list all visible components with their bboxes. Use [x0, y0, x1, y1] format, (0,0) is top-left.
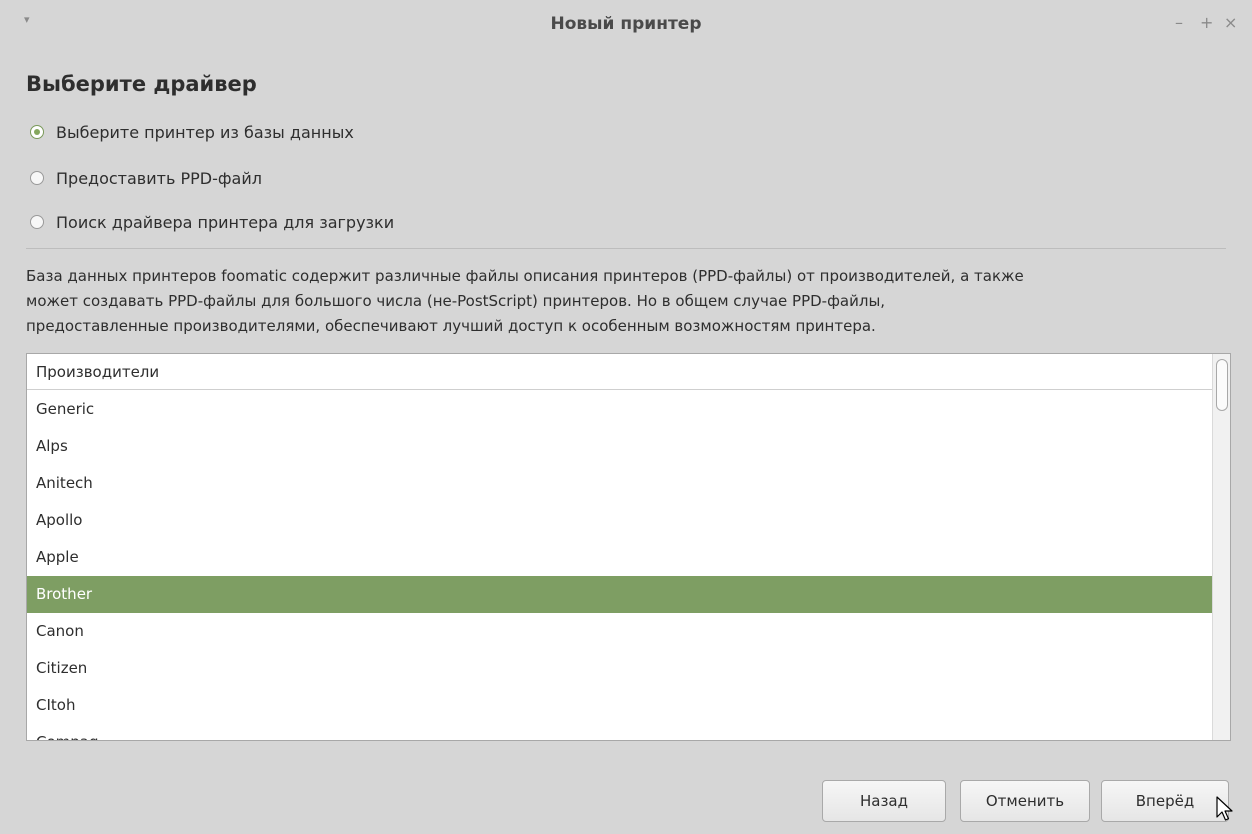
list-item[interactable]: Anitech [27, 465, 1213, 502]
description-line-2: может создавать PPD-файлы для большого ч… [26, 292, 886, 310]
list-item[interactable]: Canon [27, 613, 1213, 650]
option-database[interactable]: Выберите принтер из базы данных [30, 120, 354, 144]
radio-database[interactable] [30, 125, 44, 139]
back-button[interactable]: Назад [822, 780, 946, 822]
option-search-driver-label: Поиск драйвера принтера для загрузки [56, 212, 395, 232]
option-search-driver[interactable]: Поиск драйвера принтера для загрузки [30, 210, 394, 234]
titlebar: ▾ Новый принтер – + × [0, 0, 1252, 48]
description-line-1: База данных принтеров foomatic содержит … [26, 267, 1024, 285]
option-ppd-file[interactable]: Предоставить PPD-файл [30, 166, 262, 190]
list-item[interactable]: CItoh [27, 687, 1213, 724]
radio-search-driver[interactable] [30, 215, 44, 229]
list-scrollbar[interactable] [1212, 354, 1230, 740]
option-database-label: Выберите принтер из базы данных [56, 122, 354, 142]
list-item[interactable]: Alps [27, 428, 1213, 465]
option-ppd-file-label: Предоставить PPD-файл [56, 168, 262, 188]
list-item[interactable]: Citizen [27, 650, 1213, 687]
manufacturers-list[interactable]: Производители Generic Alps Anitech Apoll… [26, 353, 1231, 741]
description-text: База данных принтеров foomatic содержит … [26, 264, 1236, 339]
list-item[interactable]: Compaq [27, 724, 1213, 740]
mouse-cursor-icon [1216, 796, 1233, 821]
close-icon[interactable]: × [1224, 13, 1237, 32]
list-item[interactable]: Generic [27, 391, 1213, 428]
new-printer-dialog: ▾ Новый принтер – + × Выберите драйвер В… [0, 0, 1252, 834]
divider [26, 248, 1226, 249]
list-item[interactable]: Apollo [27, 502, 1213, 539]
manufacturers-column-header[interactable]: Производители [27, 354, 1213, 390]
page-heading: Выберите драйвер [26, 72, 257, 96]
description-line-3: предоставленные производителями, обеспеч… [26, 317, 876, 335]
list-item-selected[interactable]: Brother [27, 576, 1213, 613]
forward-button[interactable]: Вперёд [1101, 780, 1229, 822]
scrollbar-thumb[interactable] [1216, 359, 1228, 411]
manufacturers-list-body: Generic Alps Anitech Apollo Apple Brothe… [27, 391, 1213, 740]
window-title: Новый принтер [550, 14, 702, 34]
maximize-icon[interactable]: + [1200, 13, 1213, 32]
cancel-button[interactable]: Отменить [960, 780, 1090, 822]
radio-ppd-file[interactable] [30, 171, 44, 185]
list-item[interactable]: Apple [27, 539, 1213, 576]
minimize-icon[interactable]: – [1175, 13, 1183, 32]
